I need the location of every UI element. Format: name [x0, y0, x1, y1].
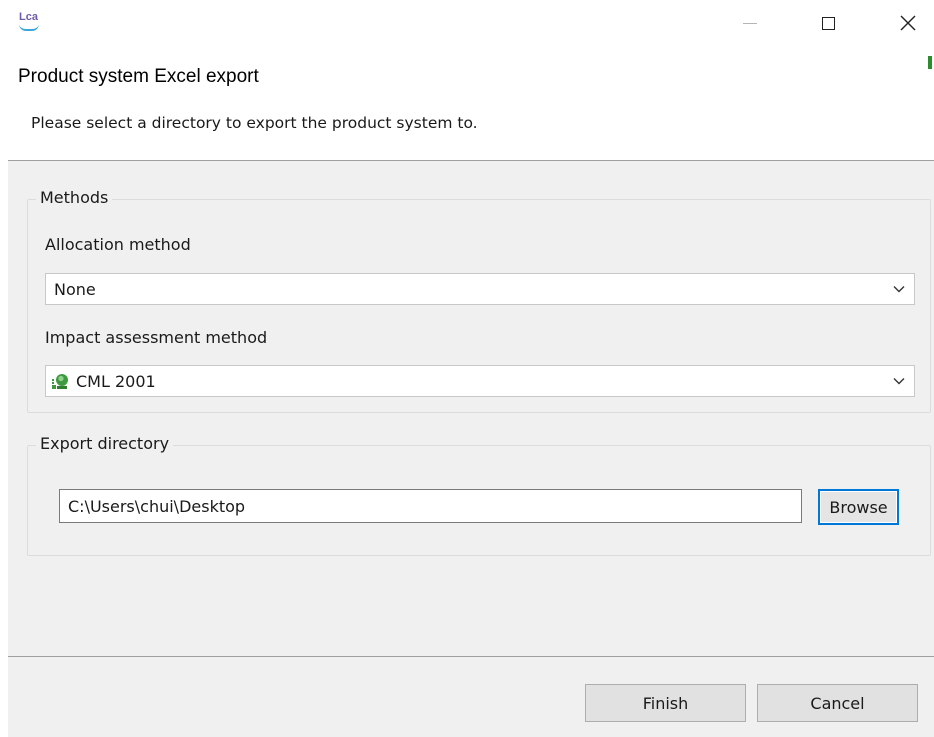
export-directory-label: Export directory	[36, 434, 174, 453]
close-icon	[900, 15, 916, 31]
finish-button[interactable]: Finish	[585, 684, 746, 722]
allocation-method-select[interactable]: None	[45, 273, 915, 305]
impact-method-value: CML 2001	[76, 371, 156, 391]
edge-indicator	[928, 56, 932, 69]
page-title: Product system Excel export	[18, 66, 259, 87]
impact-dropdown-arrow[interactable]	[884, 366, 914, 396]
chevron-down-icon	[893, 286, 905, 293]
impact-method-icon	[50, 371, 70, 391]
methods-group: Methods Allocation method None Impact as…	[27, 188, 931, 413]
chevron-down-icon	[893, 378, 905, 385]
allocation-method-label: Allocation method	[45, 235, 191, 254]
maximize-icon	[821, 16, 835, 30]
export-directory-group: Export directory Browse	[27, 434, 931, 556]
title-bar: Lca	[0, 0, 934, 50]
app-logo-swoosh	[19, 24, 39, 31]
minimize-button[interactable]	[735, 8, 765, 38]
minimize-icon	[743, 22, 757, 24]
impact-method-select[interactable]: CML 2001	[45, 365, 915, 397]
export-dialog-window: Lca Product system Excel export Please s…	[0, 0, 934, 737]
export-directory-input[interactable]	[59, 489, 802, 523]
close-button[interactable]	[893, 8, 923, 38]
allocation-method-value: None	[54, 279, 96, 299]
impact-method-label: Impact assessment method	[45, 328, 268, 347]
browse-button[interactable]: Browse	[818, 489, 899, 525]
dialog-footer: Finish Cancel	[8, 657, 934, 737]
allocation-dropdown-arrow[interactable]	[884, 274, 914, 304]
cancel-button[interactable]: Cancel	[757, 684, 918, 722]
page-description: Please select a directory to export the …	[31, 114, 478, 132]
methods-group-label: Methods	[36, 188, 113, 207]
dialog-body: Methods Allocation method None Impact as…	[8, 161, 934, 656]
app-logo-icon: Lca	[18, 10, 42, 32]
app-logo-text: Lca	[19, 11, 38, 23]
maximize-button[interactable]	[813, 8, 843, 38]
